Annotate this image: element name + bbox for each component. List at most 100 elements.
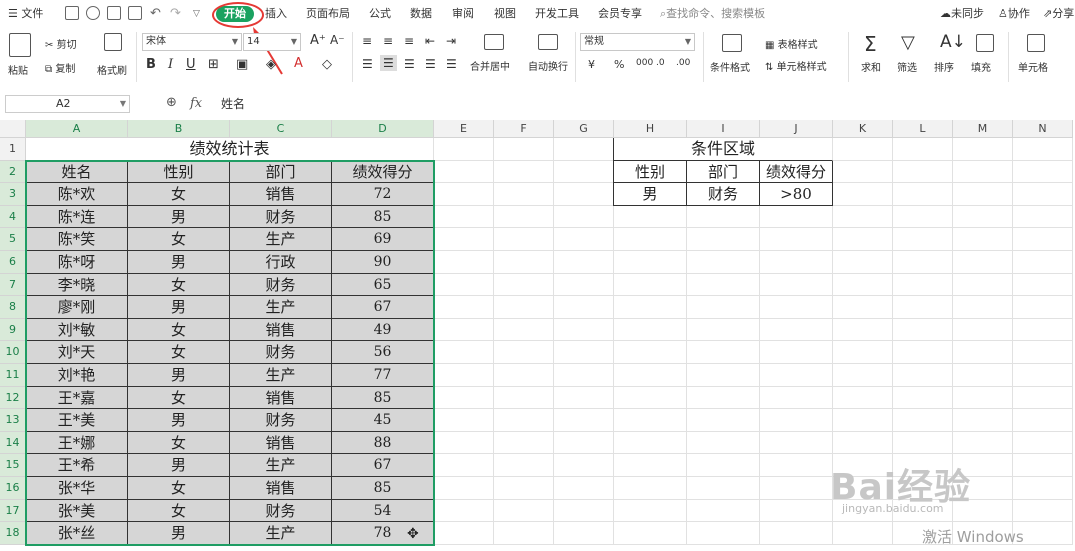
sync-status[interactable]: ☁未同步: [940, 6, 984, 22]
cut-button[interactable]: ✂ 剪切: [45, 36, 77, 51]
table-cell[interactable]: 销售: [230, 431, 332, 455]
grid-cell[interactable]: [614, 454, 687, 477]
grid-cell[interactable]: [833, 364, 893, 387]
column-header-M[interactable]: M: [953, 120, 1013, 138]
border-icon[interactable]: ⊞: [208, 57, 219, 72]
grid-cell[interactable]: [1013, 386, 1073, 410]
grid-cell[interactable]: [494, 138, 554, 161]
grid-cell[interactable]: [434, 409, 494, 432]
sum-button[interactable]: 求和: [861, 59, 881, 74]
grid-cell[interactable]: [494, 454, 554, 477]
grid-cell[interactable]: [760, 228, 833, 251]
row-header-3[interactable]: 3: [0, 183, 26, 206]
table-cell[interactable]: 销售: [230, 318, 332, 342]
row-header-13[interactable]: 13: [0, 409, 26, 432]
column-header-D[interactable]: D: [332, 120, 434, 138]
table-cell[interactable]: 行政: [230, 251, 332, 274]
table-cell[interactable]: 男: [128, 409, 230, 432]
grid-cell[interactable]: [760, 477, 833, 500]
grid-cell[interactable]: [953, 364, 1013, 387]
table-cell[interactable]: 65: [332, 273, 434, 297]
table-cell[interactable]: 72: [332, 183, 434, 206]
grid-cell[interactable]: [833, 138, 893, 161]
table-cell[interactable]: 男: [128, 364, 230, 387]
clear-format-icon[interactable]: ◇: [322, 57, 332, 72]
table-cell[interactable]: 56: [332, 341, 434, 364]
grid-cell[interactable]: [434, 499, 494, 523]
grid-cell[interactable]: [833, 341, 893, 364]
grid-cell[interactable]: [760, 273, 833, 297]
grid-cell[interactable]: [554, 228, 614, 251]
decrease-font-icon[interactable]: A⁻: [330, 33, 345, 47]
grid-cell[interactable]: [893, 251, 953, 274]
grid-cell[interactable]: [614, 522, 687, 545]
conditional-format-icon[interactable]: [722, 34, 742, 52]
grid-cell[interactable]: [494, 228, 554, 251]
grid-cell[interactable]: [494, 183, 554, 206]
cells-icon[interactable]: [1027, 34, 1045, 52]
grid-cell[interactable]: [494, 477, 554, 500]
grid-cell[interactable]: [434, 318, 494, 342]
grid-cell[interactable]: [1013, 341, 1073, 364]
grid-cell[interactable]: [760, 318, 833, 342]
table-cell[interactable]: 85: [332, 205, 434, 229]
criteria-header-cell[interactable]: 绩效得分: [760, 160, 833, 184]
grid-cell[interactable]: [953, 341, 1013, 364]
grid-cell[interactable]: [953, 205, 1013, 229]
row-header-17[interactable]: 17: [0, 499, 26, 523]
row-header-15[interactable]: 15: [0, 454, 26, 477]
table-cell[interactable]: 45: [332, 409, 434, 432]
grid-cell[interactable]: [494, 522, 554, 545]
grid-cell[interactable]: [953, 296, 1013, 319]
grid-cell[interactable]: [554, 499, 614, 523]
grid-cell[interactable]: [554, 386, 614, 410]
table-header-cell[interactable]: 性别: [128, 160, 230, 184]
table-cell[interactable]: 男: [128, 251, 230, 274]
grid-cell[interactable]: [614, 477, 687, 500]
grid-cell[interactable]: [760, 409, 833, 432]
tab-view[interactable]: 视图: [494, 6, 516, 22]
grid-cell[interactable]: [494, 341, 554, 364]
table-cell[interactable]: 90: [332, 251, 434, 274]
sort-icon[interactable]: A↓: [940, 32, 966, 52]
format-painter-button[interactable]: 格式刷: [97, 62, 127, 77]
cell-fill-icon[interactable]: ▣: [236, 57, 248, 72]
grid-cell[interactable]: [687, 431, 760, 455]
grid-cell[interactable]: [434, 205, 494, 229]
grid-cell[interactable]: [614, 296, 687, 319]
grid-cell[interactable]: [1013, 364, 1073, 387]
grid-cell[interactable]: [687, 477, 760, 500]
table-cell[interactable]: 财务: [230, 409, 332, 432]
grid-cell[interactable]: [494, 205, 554, 229]
table-cell[interactable]: 刘*艳: [26, 364, 128, 387]
tab-developer[interactable]: 开发工具: [535, 6, 579, 22]
indent-decrease-icon[interactable]: ⇤: [425, 34, 435, 48]
grid-cell[interactable]: [953, 409, 1013, 432]
table-cell[interactable]: 财务: [230, 341, 332, 364]
italic-icon[interactable]: I: [168, 57, 173, 72]
column-header-J[interactable]: J: [760, 120, 833, 138]
row-header-11[interactable]: 11: [0, 364, 26, 387]
grid-cell[interactable]: [494, 499, 554, 523]
grid-cell[interactable]: [614, 364, 687, 387]
table-cell[interactable]: 生产: [230, 228, 332, 251]
grid-cell[interactable]: [687, 386, 760, 410]
grid-cell[interactable]: [687, 522, 760, 545]
grid-cell[interactable]: [434, 296, 494, 319]
grid-cell[interactable]: [760, 364, 833, 387]
grid-cell[interactable]: [953, 318, 1013, 342]
table-style-button[interactable]: ▦ 表格样式: [765, 36, 818, 51]
grid-cell[interactable]: [434, 183, 494, 206]
row-header-7[interactable]: 7: [0, 273, 26, 297]
sum-icon[interactable]: Σ: [864, 32, 877, 56]
table-header-cell[interactable]: 部门: [230, 160, 332, 184]
column-header-G[interactable]: G: [554, 120, 614, 138]
command-search[interactable]: ⌕查找命令、搜索模板: [660, 6, 765, 22]
row-header-16[interactable]: 16: [0, 477, 26, 500]
tab-formulas[interactable]: 公式: [369, 6, 391, 22]
grid-cell[interactable]: [554, 183, 614, 206]
grid-cell[interactable]: [953, 386, 1013, 410]
grid-cell[interactable]: [554, 522, 614, 545]
table-cell[interactable]: 54: [332, 499, 434, 523]
grid-cell[interactable]: [893, 160, 953, 184]
